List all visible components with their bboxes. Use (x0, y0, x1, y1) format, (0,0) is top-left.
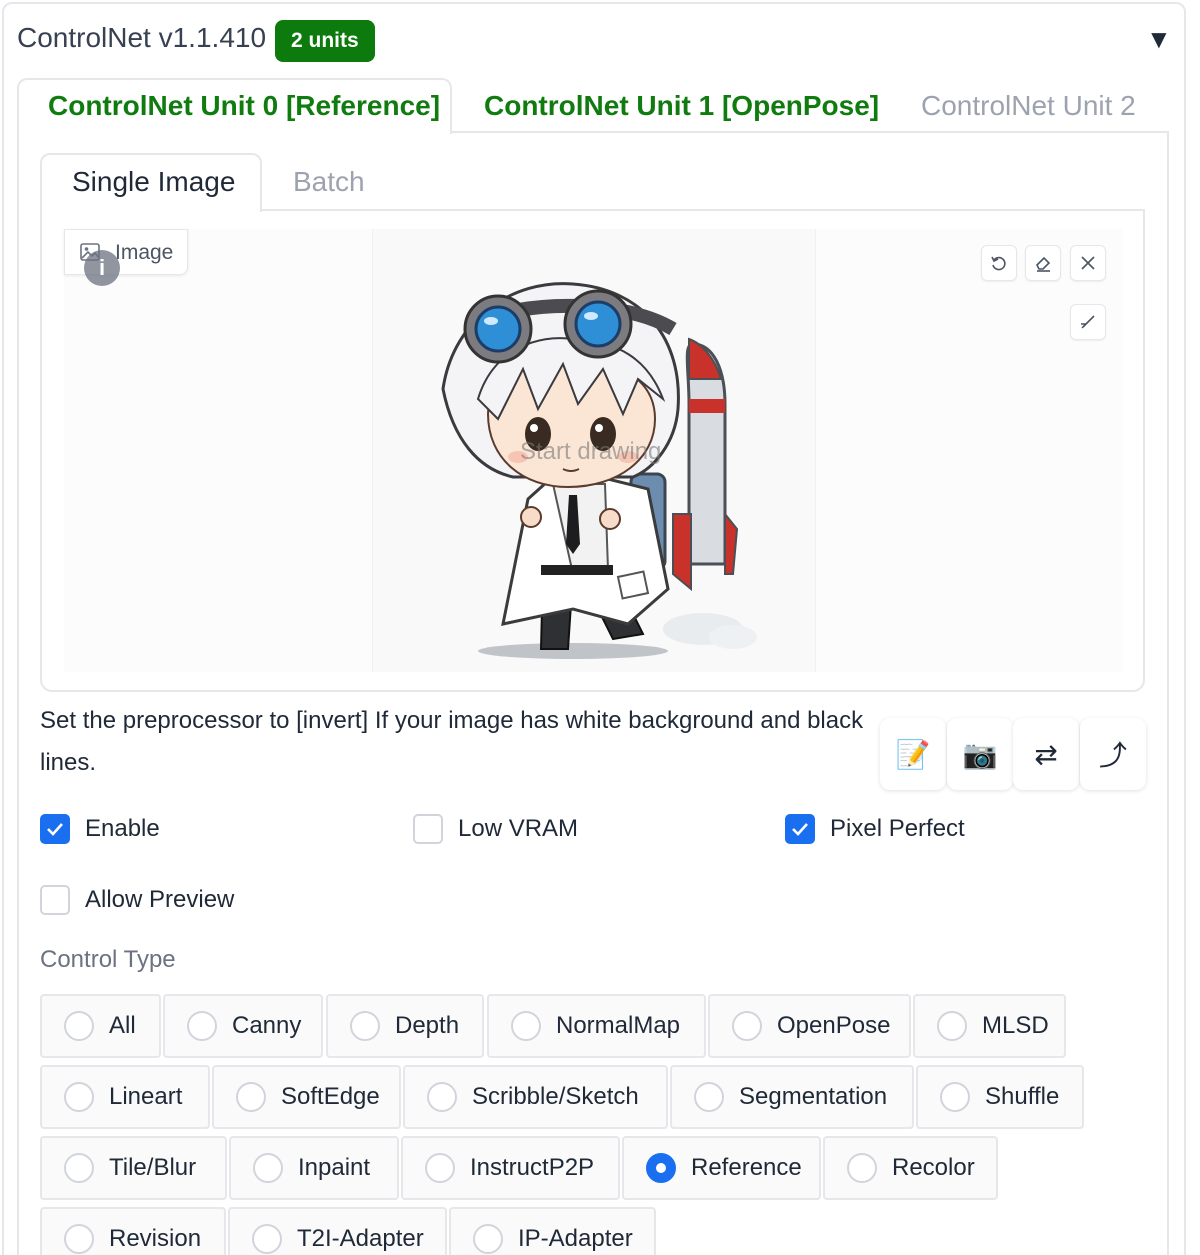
enable-label: Enable (85, 815, 160, 842)
eraser-icon (1036, 256, 1051, 272)
radio-depth[interactable]: Depth (326, 994, 484, 1058)
radio-reference[interactable]: Reference (622, 1136, 821, 1200)
radio-dot-icon[interactable] (732, 1011, 762, 1041)
radio-inpaint[interactable]: Inpaint (229, 1136, 399, 1200)
close-icon (1081, 256, 1095, 270)
tab-unit-2[interactable]: ControlNet Unit 2 (921, 90, 1136, 122)
radio-lineart[interactable]: Lineart (40, 1065, 210, 1129)
pixel-perfect-label: Pixel Perfect (830, 815, 965, 842)
checkbox-unchecked-icon[interactable] (413, 814, 443, 844)
new-canvas-button[interactable]: 📝 (880, 718, 946, 790)
checkbox-unchecked-icon[interactable] (40, 885, 70, 915)
tab-single-image[interactable]: Single Image (72, 166, 235, 198)
radio-dot-selected-icon[interactable] (646, 1153, 676, 1183)
radio-dot-icon[interactable] (64, 1153, 94, 1183)
up-arrow-icon: ⤴ (1098, 740, 1127, 771)
radio-dot-icon[interactable] (64, 1224, 94, 1254)
radio-dot-icon[interactable] (252, 1224, 282, 1254)
image-label-text: Image (115, 241, 174, 264)
info-icon[interactable]: i (84, 250, 120, 286)
radio-softedge[interactable]: SoftEdge (212, 1065, 401, 1129)
panel-title: ControlNet v1.1.410 (17, 22, 267, 53)
radio-ip-adapter[interactable]: IP-Adapter (449, 1207, 656, 1255)
brush-button[interactable] (1070, 304, 1106, 340)
radio-revision[interactable]: Revision (40, 1207, 226, 1255)
radio-all[interactable]: All (40, 994, 161, 1058)
start-drawing-placeholder: Start drawing (520, 438, 662, 465)
radio-segmentation[interactable]: Segmentation (670, 1065, 914, 1129)
mirror-webcam-button[interactable]: ⇄ (1013, 718, 1079, 790)
radio-normalmap[interactable]: NormalMap (487, 994, 706, 1058)
radio-dot-icon[interactable] (427, 1082, 457, 1112)
control-type-label: Control Type (40, 946, 176, 973)
radio-dot-icon[interactable] (64, 1082, 94, 1112)
webcam-button[interactable]: 📷 (947, 718, 1013, 790)
collapse-icon[interactable]: ▼ (1146, 24, 1172, 55)
units-badge: 2 units (275, 20, 375, 62)
radio-dot-icon[interactable] (511, 1011, 541, 1041)
tab-unit-0[interactable]: ControlNet Unit 0 [Reference] (48, 90, 440, 122)
tab-unit-1[interactable]: ControlNet Unit 1 [OpenPose] (484, 90, 879, 122)
camera-icon: 📷 (962, 738, 998, 770)
send-dimensions-button[interactable]: ⤴ (1080, 718, 1146, 790)
radio-openpose[interactable]: OpenPose (708, 994, 911, 1058)
swap-arrows-icon: ⇄ (1034, 738, 1058, 770)
radio-dot-icon[interactable] (425, 1153, 455, 1183)
radio-instructp2p[interactable]: InstructP2P (401, 1136, 620, 1200)
radio-dot-icon[interactable] (187, 1011, 217, 1041)
radio-dot-icon[interactable] (253, 1153, 283, 1183)
radio-canny[interactable]: Canny (163, 994, 323, 1058)
allow-preview-label: Allow Preview (85, 886, 235, 913)
tab-batch[interactable]: Batch (293, 166, 365, 198)
radio-dot-icon[interactable] (694, 1082, 724, 1112)
memo-icon: 📝 (895, 738, 931, 770)
radio-dot-icon[interactable] (473, 1224, 503, 1254)
radio-mlsd[interactable]: MLSD (913, 994, 1066, 1058)
low-vram-checkbox[interactable]: Low VRAM (413, 814, 578, 844)
radio-dot-icon[interactable] (350, 1011, 380, 1041)
radio-t2i-adapter[interactable]: T2I-Adapter (228, 1207, 447, 1255)
radio-dot-icon[interactable] (64, 1011, 94, 1041)
pixel-perfect-checkbox[interactable]: Pixel Perfect (785, 814, 965, 844)
checkbox-checked-icon[interactable] (40, 814, 70, 844)
clear-button[interactable] (1070, 245, 1106, 281)
enable-checkbox[interactable]: Enable (40, 814, 160, 844)
undo-icon (991, 256, 1006, 271)
radio-tile-blur[interactable]: Tile/Blur (40, 1136, 227, 1200)
eraser-button[interactable] (1025, 245, 1061, 281)
brush-icon (1081, 315, 1095, 329)
undo-button[interactable] (981, 245, 1017, 281)
radio-scribble-sketch[interactable]: Scribble/Sketch (403, 1065, 668, 1129)
radio-dot-icon[interactable] (937, 1011, 967, 1041)
radio-dot-icon[interactable] (940, 1082, 970, 1112)
low-vram-label: Low VRAM (458, 815, 579, 842)
radio-shuffle[interactable]: Shuffle (916, 1065, 1084, 1129)
radio-dot-icon[interactable] (236, 1082, 266, 1112)
radio-dot-icon[interactable] (847, 1153, 877, 1183)
allow-preview-checkbox[interactable]: Allow Preview (40, 885, 234, 915)
invert-hint: Set the preprocessor to [invert] If your… (40, 707, 864, 776)
checkbox-checked-icon[interactable] (785, 814, 815, 844)
radio-recolor[interactable]: Recolor (823, 1136, 998, 1200)
